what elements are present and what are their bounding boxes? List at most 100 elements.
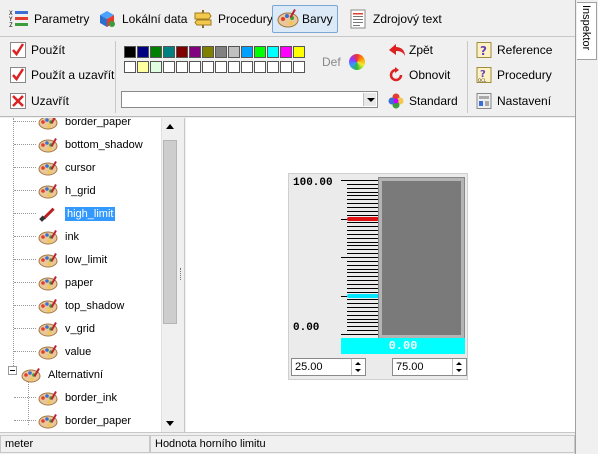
color-swatch[interactable] xyxy=(267,61,279,73)
color-swatch[interactable] xyxy=(215,46,227,58)
color-swatch[interactable] xyxy=(137,61,149,73)
color-swatch[interactable] xyxy=(202,61,214,73)
color-swatch[interactable] xyxy=(241,61,253,73)
color-select[interactable] xyxy=(121,91,378,108)
tree-group-alternativni[interactable]: Alternativní xyxy=(21,363,103,386)
tree-item-label: border_ink xyxy=(65,391,117,404)
color-swatch[interactable] xyxy=(189,46,201,58)
color-swatch[interactable] xyxy=(150,46,162,58)
scale-tick xyxy=(347,269,379,270)
tree-item-paper[interactable]: paper xyxy=(38,271,93,294)
toolbar: Použít Použít a uzavřít Uzavřít Def Zpět… xyxy=(0,37,575,117)
back-button[interactable]: Zpět xyxy=(388,40,433,60)
chevron-down-icon[interactable] xyxy=(363,93,376,106)
color-swatch[interactable] xyxy=(267,46,279,58)
low-limit-value: 25.00 xyxy=(295,361,323,373)
color-swatch[interactable] xyxy=(189,61,201,73)
reference-button[interactable]: ? Reference xyxy=(476,40,552,60)
color-swatch[interactable] xyxy=(163,46,175,58)
color-swatch[interactable] xyxy=(124,61,136,73)
color-swatch[interactable] xyxy=(176,46,188,58)
scale-tick xyxy=(347,222,379,223)
tree-connector xyxy=(28,380,29,425)
color-swatch[interactable] xyxy=(241,46,253,58)
collapse-icon[interactable] xyxy=(8,366,17,375)
tree-item-cursor[interactable]: cursor xyxy=(38,156,96,179)
tab-barvy[interactable]: Barvy xyxy=(272,5,338,33)
tree-item-bottom-shadow[interactable]: bottom_shadow xyxy=(38,133,143,156)
color-swatch[interactable] xyxy=(176,61,188,73)
color-swatch[interactable] xyxy=(150,61,162,73)
tree-item-value[interactable]: value xyxy=(38,340,91,363)
tree-item-ink[interactable]: ink xyxy=(38,225,79,248)
scale-tick xyxy=(347,184,379,185)
spinner-arrows-icon[interactable] xyxy=(351,359,365,375)
color-wheel-icon xyxy=(388,93,404,109)
tab-parametry-label: Parametry xyxy=(34,12,90,26)
tree-item-v-grid[interactable]: v_grid xyxy=(38,317,95,340)
standard-label: Standard xyxy=(409,94,458,108)
color-swatch[interactable] xyxy=(215,61,227,73)
tab-zdrojovy-text[interactable]: Zdrojový text xyxy=(343,5,447,33)
tree-item-label: h_grid xyxy=(65,184,96,197)
color-picker-icon[interactable] xyxy=(349,54,365,70)
color-swatch[interactable] xyxy=(293,46,305,58)
scale-tick xyxy=(347,319,379,320)
color-swatch[interactable] xyxy=(228,46,240,58)
tab-procedury[interactable]: Procedury xyxy=(188,5,278,33)
close-button[interactable]: Uzavřít xyxy=(10,91,69,111)
color-swatch[interactable] xyxy=(293,61,305,73)
preview-area: 100.00 0.00 0.00 25.00 75.00 xyxy=(186,118,575,432)
color-swatch[interactable] xyxy=(254,46,266,58)
low-limit-spinner[interactable]: 25.00 xyxy=(291,358,366,376)
color-swatch[interactable] xyxy=(280,61,292,73)
color-swatch[interactable] xyxy=(280,46,292,58)
refresh-button[interactable]: Obnovit xyxy=(388,65,450,85)
settings-label: Nastavení xyxy=(497,94,552,108)
scroll-down-arrow-icon[interactable] xyxy=(162,415,178,432)
color-swatch[interactable] xyxy=(124,46,136,58)
settings-button[interactable]: Nastavení xyxy=(476,91,551,111)
spinner-arrows-icon[interactable] xyxy=(452,359,466,375)
tree-item-label: border_paper xyxy=(65,118,132,128)
palette-icon xyxy=(38,298,60,314)
tree-connector xyxy=(14,144,36,145)
procedures-help-button[interactable]: ? OCL Procedury xyxy=(476,65,552,85)
color-swatch[interactable] xyxy=(163,61,175,73)
color-swatch[interactable] xyxy=(228,61,240,73)
standard-button[interactable]: Standard xyxy=(388,91,458,111)
tab-inspektor[interactable]: Inspektor xyxy=(577,2,597,60)
use-button[interactable]: Použít xyxy=(10,40,65,60)
tree-item-low-limit[interactable]: low_limit xyxy=(38,248,107,271)
tree-item-border-ink[interactable]: border_ink xyxy=(38,386,117,409)
color-swatch[interactable] xyxy=(202,46,214,58)
tab-lokalni-data[interactable]: Lokální data xyxy=(92,5,192,33)
scale-tick xyxy=(347,265,379,266)
tree-item-label: ink xyxy=(65,230,80,243)
reference-label: Reference xyxy=(497,43,553,57)
use-and-close-button[interactable]: Použít a uzavřít xyxy=(10,65,114,85)
scrollbar-thumb[interactable] xyxy=(163,140,177,324)
scale-tick xyxy=(347,303,379,304)
high-limit-spinner[interactable]: 75.00 xyxy=(392,358,467,376)
tree-item-top-shadow[interactable]: top_shadow xyxy=(38,294,124,317)
low-limit-marker xyxy=(347,294,379,298)
scroll-up-arrow-icon[interactable] xyxy=(162,118,178,135)
tab-parametry[interactable]: XYZ Parametry xyxy=(4,5,94,33)
tree-item-high-limit[interactable]: high_limit xyxy=(38,202,116,225)
tree-item-border-paper[interactable]: border_paper xyxy=(38,118,131,133)
tab-barvy-label: Barvy xyxy=(302,12,333,26)
scale-tick xyxy=(347,195,379,196)
color-swatch[interactable] xyxy=(254,61,266,73)
tree-connector xyxy=(14,121,36,122)
tree-item-label: value xyxy=(65,345,92,358)
tree-item-h-grid[interactable]: h_grid xyxy=(38,179,96,202)
pane-splitter[interactable] xyxy=(178,118,185,432)
high-limit-marker xyxy=(347,217,379,221)
tree-connector xyxy=(14,328,36,329)
color-swatch[interactable] xyxy=(137,46,149,58)
tree-item-border-paper[interactable]: border_paper xyxy=(38,409,131,432)
close-label: Uzavřít xyxy=(31,94,70,108)
tree-scrollbar[interactable] xyxy=(161,118,178,432)
tree-item-label: low_limit xyxy=(65,253,108,266)
